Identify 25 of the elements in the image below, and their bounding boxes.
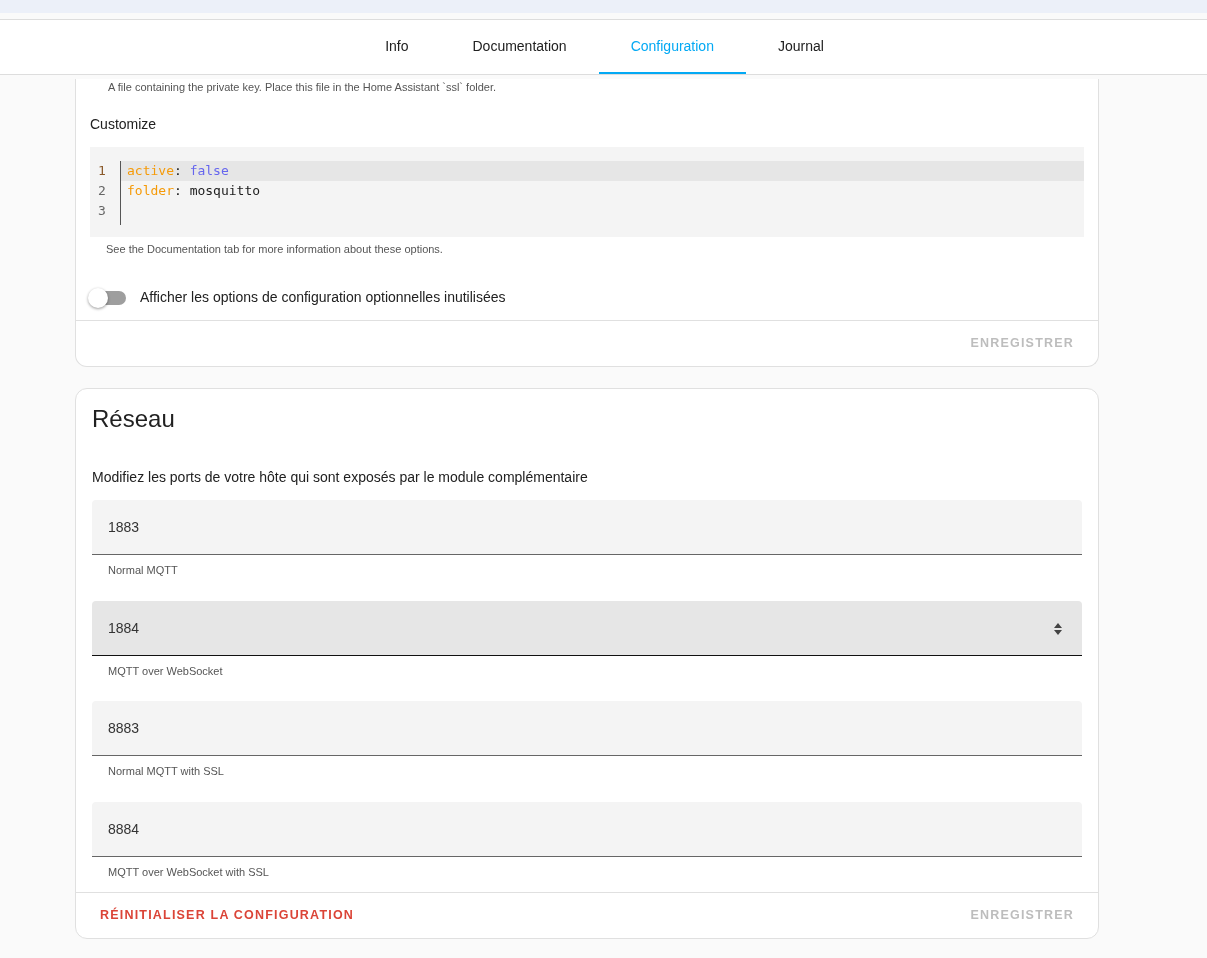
code-editor[interactable]: 1 2 3 active: false folder: mosquitto — [90, 146, 1084, 237]
number-input-field[interactable]: 1883 — [92, 500, 1082, 555]
number-input-field[interactable]: 1884 — [92, 600, 1082, 656]
helper-text: A file containing the private key. Place this file in the Home Assistant `ssl` folder. — [108, 80, 498, 95]
tab[interactable]: Journal — [745, 20, 856, 74]
field-label: Customize — [90, 114, 158, 134]
toggle-switch[interactable] — [90, 290, 126, 305]
line-number: 3 — [97, 201, 107, 220]
line-number: 2 — [97, 181, 107, 200]
card-title: Réseau — [92, 404, 176, 434]
spinner-icon[interactable] — [1054, 622, 1062, 635]
helper-text: See the Documentation tab for more information about these options. — [105, 241, 444, 257]
helper-text: Normal MQTT — [107, 563, 179, 578]
helper-text: MQTT over WebSocket with SSL — [107, 864, 270, 880]
reset-button[interactable]: RÉINITIALISER LA CONFIGURATION — [92, 900, 363, 931]
number-input-field[interactable]: 8883 — [92, 701, 1082, 756]
tab[interactable]: Documentation — [440, 20, 599, 74]
code-line[interactable]: folder: mosquitto — [121, 180, 1084, 201]
tab[interactable]: Info — [353, 20, 441, 74]
number-input-field[interactable]: 8884 — [92, 801, 1082, 857]
toggle-label: Afficher les options de configuration optionnelles inutilisées — [140, 288, 506, 307]
helper-text: MQTT over WebSocket — [107, 663, 224, 679]
helper-text: Normal MQTT with SSL — [107, 764, 225, 779]
line-number: 1 — [97, 161, 107, 180]
description-text: Modifiez les ports de votre hôte qui sont exposés par le module complémentaire — [92, 468, 589, 487]
